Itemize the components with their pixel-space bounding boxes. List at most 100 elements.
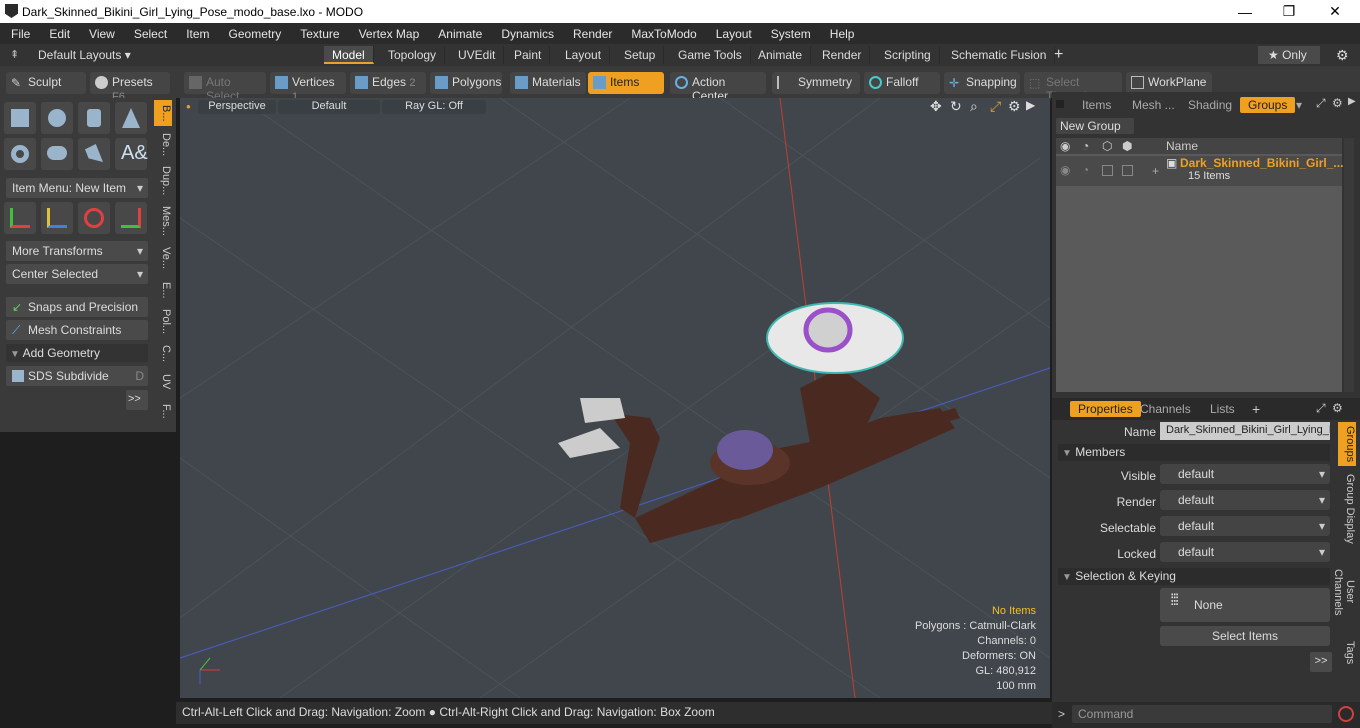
- rotate-tool-icon[interactable]: [78, 202, 110, 234]
- tab-mesh[interactable]: Mesh ...: [1124, 97, 1183, 113]
- vtab-duplicate[interactable]: Dup...: [154, 164, 172, 198]
- vtab-polygon[interactable]: Pol...: [154, 306, 172, 338]
- tab-lists[interactable]: Lists: [1202, 401, 1243, 417]
- materials-button[interactable]: Materials: [510, 72, 586, 94]
- edges-button[interactable]: Edges 2: [350, 72, 426, 94]
- menu-animate[interactable]: Animate: [427, 27, 490, 41]
- tab-scripting[interactable]: Scripting: [876, 46, 940, 64]
- tab-channels[interactable]: Channels: [1132, 401, 1199, 417]
- items-button[interactable]: Items: [588, 72, 664, 94]
- only-toggle[interactable]: ★ Only: [1258, 46, 1320, 64]
- gear-icon[interactable]: ⚙: [1336, 47, 1349, 64]
- expand-more-button[interactable]: >>: [126, 390, 148, 410]
- center-selected-dropdown[interactable]: Center Selected: [6, 264, 148, 284]
- command-input[interactable]: Command: [1072, 705, 1332, 723]
- expand-panel-icon[interactable]: ⤢: [1316, 96, 1326, 111]
- tab-groups[interactable]: Groups: [1240, 97, 1296, 113]
- group-name-field[interactable]: Dark_Skinned_Bikini_Girl_Lying_Po: [1160, 422, 1330, 440]
- tab-render[interactable]: Render: [814, 46, 871, 64]
- render-dropdown[interactable]: default: [1160, 490, 1330, 510]
- tab-uvedit[interactable]: UVEdit: [450, 46, 505, 64]
- expand-group-icon[interactable]: +: [1152, 164, 1159, 178]
- vtab-fusion[interactable]: F...: [154, 398, 172, 424]
- menu-layout[interactable]: Layout: [705, 27, 760, 41]
- vtab-group-display[interactable]: Group Display: [1338, 474, 1356, 544]
- torus-primitive-icon[interactable]: [4, 138, 36, 170]
- menu-system[interactable]: System: [760, 27, 819, 41]
- capsule-primitive-icon[interactable]: [41, 138, 73, 170]
- vtab-deform[interactable]: De...: [154, 130, 172, 160]
- members-section[interactable]: ▼ Members: [1058, 444, 1330, 461]
- tabs-dropdown-icon[interactable]: ▾: [1296, 98, 1302, 112]
- tab-schematic-fusion[interactable]: Schematic Fusion: [943, 46, 1056, 64]
- mesh-constraints-button[interactable]: ⟋ Mesh Constraints: [6, 320, 148, 340]
- viewport-expand-icon[interactable]: ▶: [1026, 98, 1035, 112]
- layout-arrow-icon[interactable]: ⇞: [10, 48, 19, 61]
- record-icon[interactable]: [1338, 706, 1354, 722]
- sculpt-button[interactable]: ✎ Sculpt: [6, 72, 86, 94]
- transform-tool-icon[interactable]: [41, 202, 73, 234]
- menu-item[interactable]: Item: [175, 27, 217, 41]
- select-items-button[interactable]: Select Items: [1160, 626, 1330, 646]
- symmetry-button[interactable]: Symmetry: [772, 72, 860, 94]
- scale-tool-icon[interactable]: [115, 202, 147, 234]
- vtab-groups[interactable]: Groups: [1338, 422, 1356, 466]
- group-render-icon[interactable]: ◔: [1082, 163, 1089, 177]
- cone-primitive-icon[interactable]: [115, 102, 147, 134]
- item-menu-dropdown[interactable]: Item Menu: New Item: [6, 178, 148, 198]
- action-center-button[interactable]: Action Center: [670, 72, 766, 103]
- properties-expand-icon[interactable]: ⤢: [1316, 401, 1326, 416]
- zoom-icon[interactable]: ⌕: [970, 98, 978, 115]
- menu-dynamics[interactable]: Dynamics: [490, 27, 562, 41]
- selectable-dropdown[interactable]: default: [1160, 516, 1330, 536]
- perspective-dropdown[interactable]: Perspective: [198, 100, 276, 114]
- groups-scrollbar[interactable]: [1344, 138, 1354, 392]
- workplane-button[interactable]: WorkPlane: [1126, 72, 1212, 94]
- raygl-dropdown[interactable]: Ray GL: Off: [382, 100, 486, 114]
- vtab-curve[interactable]: C...: [154, 342, 172, 366]
- falloff-button[interactable]: Falloff: [864, 72, 940, 94]
- snaps-precision-button[interactable]: ↙ Snaps and Precision: [6, 297, 148, 317]
- menu-view[interactable]: View: [78, 27, 123, 41]
- vtab-vertex[interactable]: Ve...: [154, 244, 172, 272]
- menu-render[interactable]: Render: [562, 27, 620, 41]
- tab-properties[interactable]: Properties: [1070, 401, 1141, 417]
- menu-edit[interactable]: Edit: [38, 27, 78, 41]
- vertices-button[interactable]: Vertices 1: [270, 72, 346, 103]
- cylinder-primitive-icon[interactable]: [78, 102, 110, 134]
- vtab-tags[interactable]: Tags: [1338, 638, 1356, 668]
- tab-items[interactable]: Items: [1074, 97, 1119, 113]
- pan-icon[interactable]: ✥: [930, 98, 942, 115]
- shading-default-dropdown[interactable]: Default: [278, 100, 380, 114]
- add-geometry-section[interactable]: ▼ Add Geometry: [6, 344, 148, 362]
- visible-dropdown[interactable]: default: [1160, 464, 1330, 484]
- minimize-button[interactable]: —: [1222, 0, 1268, 23]
- select-through-button[interactable]: ⬚Select Through: [1024, 72, 1122, 103]
- auto-select-button[interactable]: Auto Select: [184, 72, 266, 103]
- tab-animate[interactable]: Animate: [750, 46, 812, 64]
- panel-arrow-icon[interactable]: ▶: [1348, 96, 1356, 107]
- vtab-mesh[interactable]: Mes...: [154, 204, 172, 238]
- presets-button[interactable]: Presets F6: [90, 72, 170, 103]
- snapping-button[interactable]: ✛ Snapping: [944, 72, 1020, 94]
- more-transforms-dropdown[interactable]: More Transforms: [6, 241, 148, 261]
- text-tool-icon[interactable]: A&: [115, 138, 148, 170]
- sds-subdivide-button[interactable]: SDS Subdivide D: [6, 366, 148, 386]
- none-button[interactable]: ⁞⁞⁞ None: [1160, 588, 1330, 622]
- vtab-basic[interactable]: B...: [154, 100, 172, 126]
- menu-geometry[interactable]: Geometry: [218, 27, 290, 41]
- group-visibility-icon[interactable]: ◉: [1060, 163, 1070, 177]
- selection-keying-section[interactable]: ▼ Selection & Keying: [1058, 568, 1330, 585]
- tab-paint[interactable]: Paint: [506, 46, 551, 64]
- 3d-viewport[interactable]: ● Perspective Default Ray GL: Off ✥ ↻ ⌕ …: [180, 98, 1050, 698]
- tab-setup[interactable]: Setup: [616, 46, 665, 64]
- menu-vertex-map[interactable]: Vertex Map: [348, 27, 428, 41]
- group-row[interactable]: ◉ ◔ + ▣ Dark_Skinned_Bikini_Girl_... 15 …: [1056, 156, 1343, 186]
- add-properties-tab-button[interactable]: +: [1252, 401, 1260, 417]
- vtab-user-channels[interactable]: User Channels: [1332, 556, 1356, 628]
- menu-texture[interactable]: Texture: [289, 27, 347, 41]
- polygons-button[interactable]: Polygons: [430, 72, 502, 94]
- move-tool-icon[interactable]: [4, 202, 36, 234]
- tab-model[interactable]: Model: [324, 46, 374, 64]
- group-lock-checkbox[interactable]: [1122, 165, 1133, 176]
